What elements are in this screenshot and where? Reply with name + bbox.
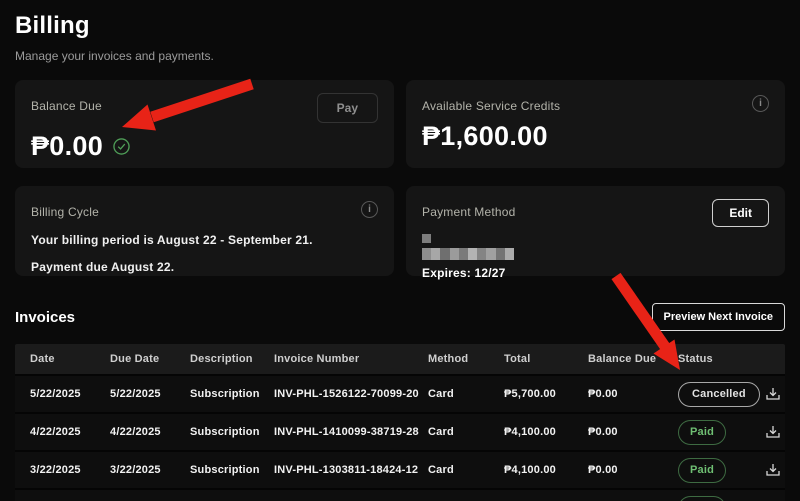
col-date: Date (30, 353, 110, 365)
card-brand-redacted (422, 234, 431, 243)
payment-due-text: Payment due August 22. (31, 260, 378, 274)
col-due-date: Due Date (110, 353, 190, 365)
cell-balance-due: ₱0.00 (588, 464, 678, 476)
billing-cycle-label: Billing Cycle (31, 199, 99, 219)
invoices-header: Invoices Preview Next Invoice (15, 303, 785, 331)
table-row: 5/22/2025 5/22/2025 Subscription INV-PHL… (15, 374, 785, 412)
cell-total: ₱5,700.00 (504, 388, 588, 400)
service-credits-card: Available Service Credits i ₱1,600.00 (406, 80, 785, 168)
col-invoice-number: Invoice Number (274, 353, 428, 365)
download-invoice-button[interactable] (763, 422, 783, 442)
cell-method: Card (428, 426, 504, 438)
status-badge: Cancelled (678, 382, 760, 407)
cell-due-date: 4/22/2025 (110, 426, 190, 438)
payment-method-card: Payment Method Edit Expires: 12/27 (406, 186, 785, 276)
billing-period-text: Your billing period is August 22 - Septe… (31, 233, 378, 247)
edit-payment-button[interactable]: Edit (712, 199, 769, 227)
cell-balance-due: ₱0.00 (588, 388, 678, 400)
col-description: Description (190, 353, 274, 365)
card-expiry-text: Expires: 12/27 (422, 266, 769, 280)
cell-invoice-number: INV-PHL-1410099-38719-28 (274, 426, 428, 438)
cell-description: Subscription (190, 426, 274, 438)
cell-date: 3/22/2025 (30, 464, 110, 476)
summary-cards: Balance Due Pay ₱0.00 Available Service … (15, 80, 785, 276)
cell-total: ₱4,100.00 (504, 464, 588, 476)
page-title: Billing (15, 12, 785, 40)
download-icon (765, 386, 781, 402)
table-row: 4/22/2025 4/22/2025 Subscription INV-PHL… (15, 412, 785, 450)
balance-due-value: ₱0.00 (31, 131, 103, 162)
status-badge: Paid (678, 420, 726, 445)
balance-due-card: Balance Due Pay ₱0.00 (15, 80, 394, 168)
check-circle-icon (113, 138, 130, 155)
cell-balance-due: ₱0.00 (588, 426, 678, 438)
cell-due-date: 5/22/2025 (110, 388, 190, 400)
billing-cycle-card: Billing Cycle i Your billing period is A… (15, 186, 394, 276)
cell-date: 4/22/2025 (30, 426, 110, 438)
col-status: Status (678, 353, 760, 365)
col-balance-due: Balance Due (588, 353, 678, 365)
cell-method: Card (428, 464, 504, 476)
col-method: Method (428, 353, 504, 365)
table-header-row: Date Due Date Description Invoice Number… (15, 344, 785, 374)
page-subtitle: Manage your invoices and payments. (15, 49, 785, 63)
balance-due-label: Balance Due (31, 93, 102, 113)
cell-total: ₱4,100.00 (504, 426, 588, 438)
download-invoice-button[interactable] (763, 384, 783, 404)
status-badge: Paid (678, 496, 726, 501)
service-credits-label: Available Service Credits (422, 93, 560, 113)
service-credits-value: ₱1,600.00 (422, 121, 548, 152)
preview-next-invoice-button[interactable]: Preview Next Invoice (652, 303, 785, 331)
billing-page: Billing Manage your invoices and payment… (0, 0, 800, 501)
payment-method-label: Payment Method (422, 199, 516, 219)
invoices-table: Date Due Date Description Invoice Number… (15, 344, 785, 501)
invoices-title: Invoices (15, 309, 75, 326)
cell-method: Card (428, 388, 504, 400)
table-row: 3/22/2025 3/22/2025 Subscription INV-PHL… (15, 450, 785, 488)
status-badge: Paid (678, 458, 726, 483)
cell-due-date: 3/22/2025 (110, 464, 190, 476)
download-icon (765, 462, 781, 478)
col-total: Total (504, 353, 588, 365)
download-invoice-button[interactable] (763, 460, 783, 480)
table-row: 2/22/2025 2/22/2025 Subscription INV-PHL… (15, 488, 785, 501)
pay-button[interactable]: Pay (317, 93, 378, 123)
cell-invoice-number: INV-PHL-1526122-70099-20 (274, 388, 428, 400)
cell-date: 5/22/2025 (30, 388, 110, 400)
cell-description: Subscription (190, 388, 274, 400)
card-number-redacted (422, 248, 514, 260)
cell-invoice-number: INV-PHL-1303811-18424-12 (274, 464, 428, 476)
info-icon[interactable]: i (361, 201, 378, 218)
download-icon (765, 424, 781, 440)
info-icon[interactable]: i (752, 95, 769, 112)
cell-description: Subscription (190, 464, 274, 476)
